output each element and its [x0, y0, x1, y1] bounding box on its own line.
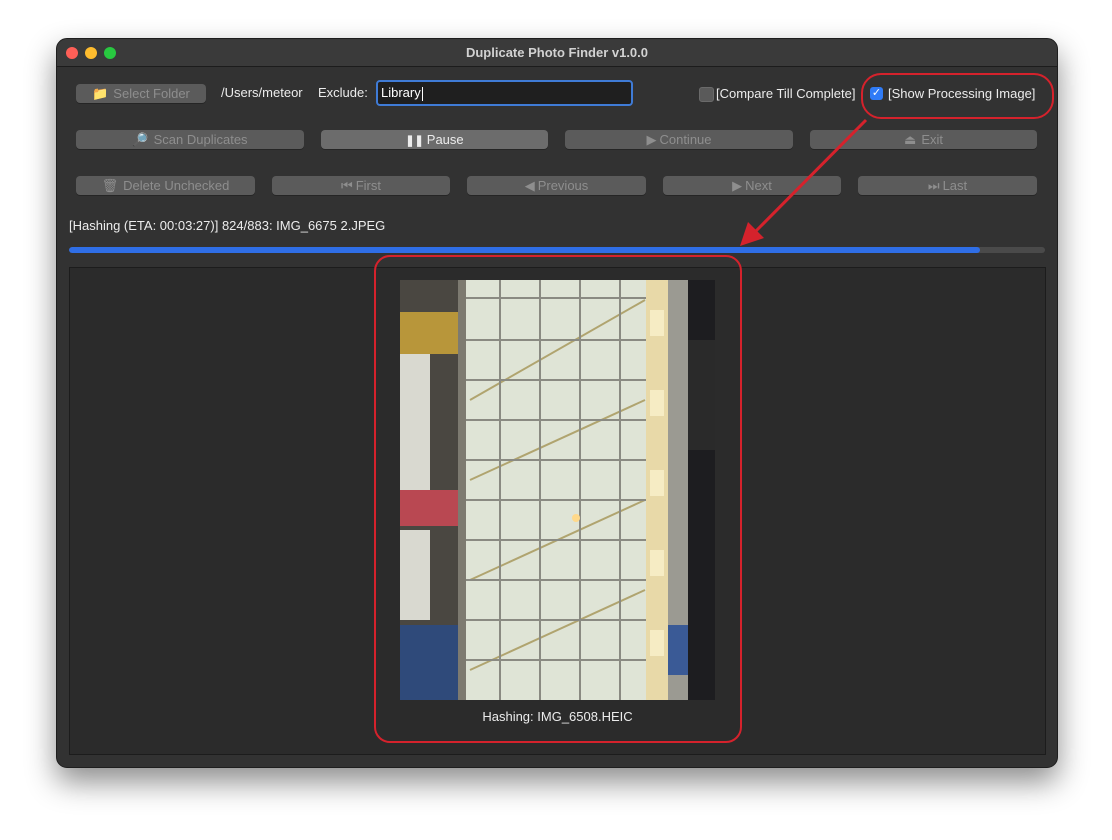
annotation-arrow [740, 118, 868, 246]
